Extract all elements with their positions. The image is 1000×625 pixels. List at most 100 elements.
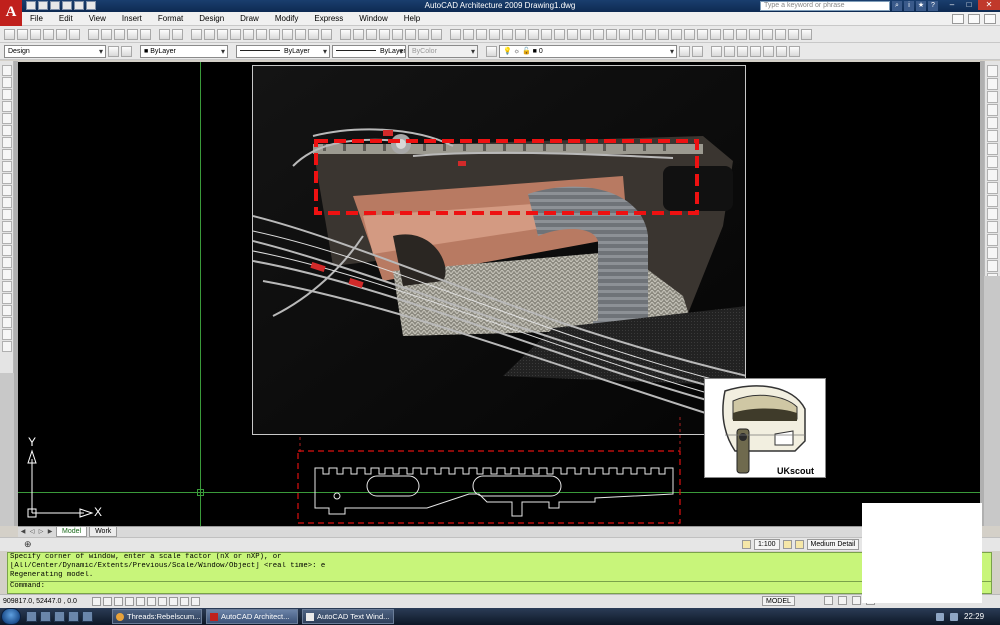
ellipse-arc-icon[interactable] [1, 185, 12, 196]
doc-minimize-icon[interactable] [952, 14, 964, 24]
properties-icon[interactable] [243, 28, 254, 40]
ellipse-icon[interactable] [515, 28, 526, 40]
offset-icon[interactable] [1, 329, 12, 340]
help-icon[interactable]: ? [928, 1, 938, 11]
ellipse-tool-icon[interactable] [1, 173, 12, 184]
first-tab-icon[interactable]: ◀ [19, 528, 27, 536]
dimension-icon[interactable] [658, 28, 669, 40]
rotate-icon[interactable] [987, 143, 998, 155]
keyword-search-input[interactable]: Type a keyword or phrase [760, 1, 890, 11]
design-center-icon[interactable] [256, 28, 267, 40]
rectangle-icon[interactable] [1, 113, 12, 124]
volume-icon[interactable] [950, 612, 958, 621]
arc-icon[interactable] [476, 28, 487, 40]
open-icon[interactable] [17, 28, 28, 40]
erase-icon[interactable] [1, 293, 12, 304]
dim-style-icon[interactable] [737, 45, 748, 57]
plotstyle-select[interactable]: ByColor [408, 44, 478, 58]
part-outline-drawing[interactable] [297, 450, 685, 526]
redo-icon[interactable] [172, 28, 183, 40]
style-icon[interactable] [711, 45, 722, 57]
display-configuration-select[interactable]: Medium Detail [806, 539, 860, 550]
tag-icon[interactable] [645, 28, 656, 40]
insert-block-icon[interactable] [1, 197, 12, 208]
table-tool-icon[interactable] [1, 269, 12, 280]
save-icon[interactable] [30, 28, 41, 40]
extend-icon[interactable] [987, 195, 998, 207]
zoom-realtime-icon[interactable] [204, 28, 215, 40]
zoom-window-icon[interactable] [217, 28, 228, 40]
circle-icon[interactable] [489, 28, 500, 40]
layer-lock-icon[interactable] [431, 28, 442, 40]
layer-state-icon[interactable] [353, 28, 364, 40]
circle-tool-icon[interactable] [1, 137, 12, 148]
object-snap-tracking-icon[interactable] [147, 597, 156, 606]
layer-previous-icon[interactable] [692, 45, 703, 57]
polyline-tool-icon[interactable] [1, 89, 12, 100]
project-navigator-icon[interactable] [789, 45, 800, 57]
menu-format[interactable]: Format [150, 12, 191, 26]
layer-match-icon[interactable] [366, 28, 377, 40]
plot-preview-icon[interactable] [56, 28, 67, 40]
menu-insert[interactable]: Insert [114, 12, 150, 26]
window-tool-icon[interactable] [606, 28, 617, 40]
cut-icon[interactable] [88, 28, 99, 40]
annotation-icon[interactable] [742, 540, 751, 549]
tool-palettes-icon[interactable] [269, 28, 280, 40]
sheet-set-icon[interactable] [282, 28, 293, 40]
calculator-icon[interactable] [308, 28, 319, 40]
text-style-icon[interactable] [724, 45, 735, 57]
annotation-autoscale-icon[interactable] [794, 540, 804, 549]
sun-icon[interactable] [710, 28, 721, 40]
tab-work[interactable]: Work [89, 527, 118, 537]
workspace-lock-icon[interactable] [121, 45, 132, 57]
line-tool-icon[interactable] [1, 65, 12, 76]
taskbar-item-browser[interactable]: Threads:Rebelscum.... [112, 609, 202, 624]
media-quicklaunch-icon[interactable] [82, 611, 93, 622]
region-tool-icon[interactable] [1, 257, 12, 268]
layer-off-icon[interactable] [418, 28, 429, 40]
spline-icon[interactable] [502, 28, 513, 40]
layer-isolate-icon[interactable] [392, 28, 403, 40]
taskbar-item-text-window[interactable]: AutoCAD Text Wind... [302, 609, 394, 624]
revision-cloud-icon[interactable] [1, 149, 12, 160]
ortho-mode-icon[interactable] [114, 597, 123, 606]
menu-help[interactable]: Help [396, 12, 428, 26]
pan-icon[interactable] [191, 28, 202, 40]
plot-icon[interactable] [62, 1, 72, 10]
grid-display-icon[interactable] [103, 597, 112, 606]
annotation-scale-select[interactable]: 1:100 [754, 539, 780, 550]
menu-design[interactable]: Design [191, 12, 232, 26]
open-icon[interactable] [38, 1, 48, 10]
hide-icon[interactable] [762, 28, 773, 40]
table-style-icon[interactable] [750, 45, 761, 57]
workspace-select[interactable]: Design [4, 44, 106, 58]
erase-tool-icon[interactable] [987, 65, 998, 77]
menu-view[interactable]: View [81, 12, 114, 26]
color-select[interactable]: ■ ByLayer [140, 44, 228, 58]
realistic-icon[interactable] [788, 28, 799, 40]
search-icon[interactable]: ⌕ [892, 1, 902, 11]
lineweight-select[interactable]: ByLayer [332, 44, 406, 58]
menu-modify[interactable]: Modify [267, 12, 307, 26]
minimize-icon[interactable]: – [944, 0, 960, 10]
block-editor-icon[interactable] [140, 28, 151, 40]
explorer-quicklaunch-icon[interactable] [68, 611, 79, 622]
polar-tracking-icon[interactable] [125, 597, 134, 606]
next-tab-icon[interactable]: ▷ [37, 528, 45, 536]
arc-tool-icon[interactable] [1, 125, 12, 136]
zoom-previous-icon[interactable] [230, 28, 241, 40]
conceptual-icon[interactable] [801, 28, 812, 40]
join-icon[interactable] [987, 234, 998, 246]
save-icon[interactable] [50, 1, 60, 10]
stretch-icon[interactable] [987, 169, 998, 181]
close-icon[interactable]: ✕ [978, 0, 1000, 10]
new-icon[interactable] [26, 1, 36, 10]
workspace-settings-icon[interactable] [108, 45, 119, 57]
snap-mode-icon[interactable] [92, 597, 101, 606]
mirror-icon[interactable] [1, 317, 12, 328]
model-space-button[interactable]: MODEL [762, 596, 795, 606]
doc-close-icon[interactable] [984, 14, 996, 24]
qnew-icon[interactable] [4, 28, 15, 40]
menu-window[interactable]: Window [351, 12, 395, 26]
